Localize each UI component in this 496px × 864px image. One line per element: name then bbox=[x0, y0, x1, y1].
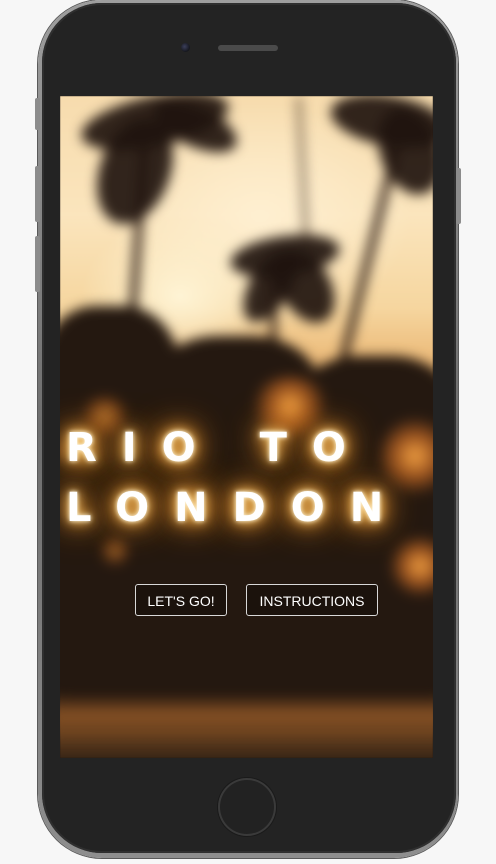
volume-down-button bbox=[35, 236, 40, 292]
mute-switch bbox=[35, 98, 40, 130]
power-button bbox=[456, 168, 461, 224]
instructions-button[interactable]: INSTRUCTIONS bbox=[246, 584, 378, 616]
game-screen: RIO TO LONDON LET'S GO! INSTRUCTIONS bbox=[60, 96, 433, 758]
lets-go-button[interactable]: LET'S GO! bbox=[135, 584, 227, 616]
game-title: RIO TO LONDON bbox=[66, 418, 426, 538]
camera-icon bbox=[181, 43, 190, 52]
speaker-grille-icon bbox=[218, 45, 278, 51]
home-button-icon bbox=[218, 778, 276, 836]
title-line-2: LONDON bbox=[66, 485, 409, 531]
title-line-1: RIO TO bbox=[66, 425, 371, 471]
volume-up-button bbox=[35, 166, 40, 222]
